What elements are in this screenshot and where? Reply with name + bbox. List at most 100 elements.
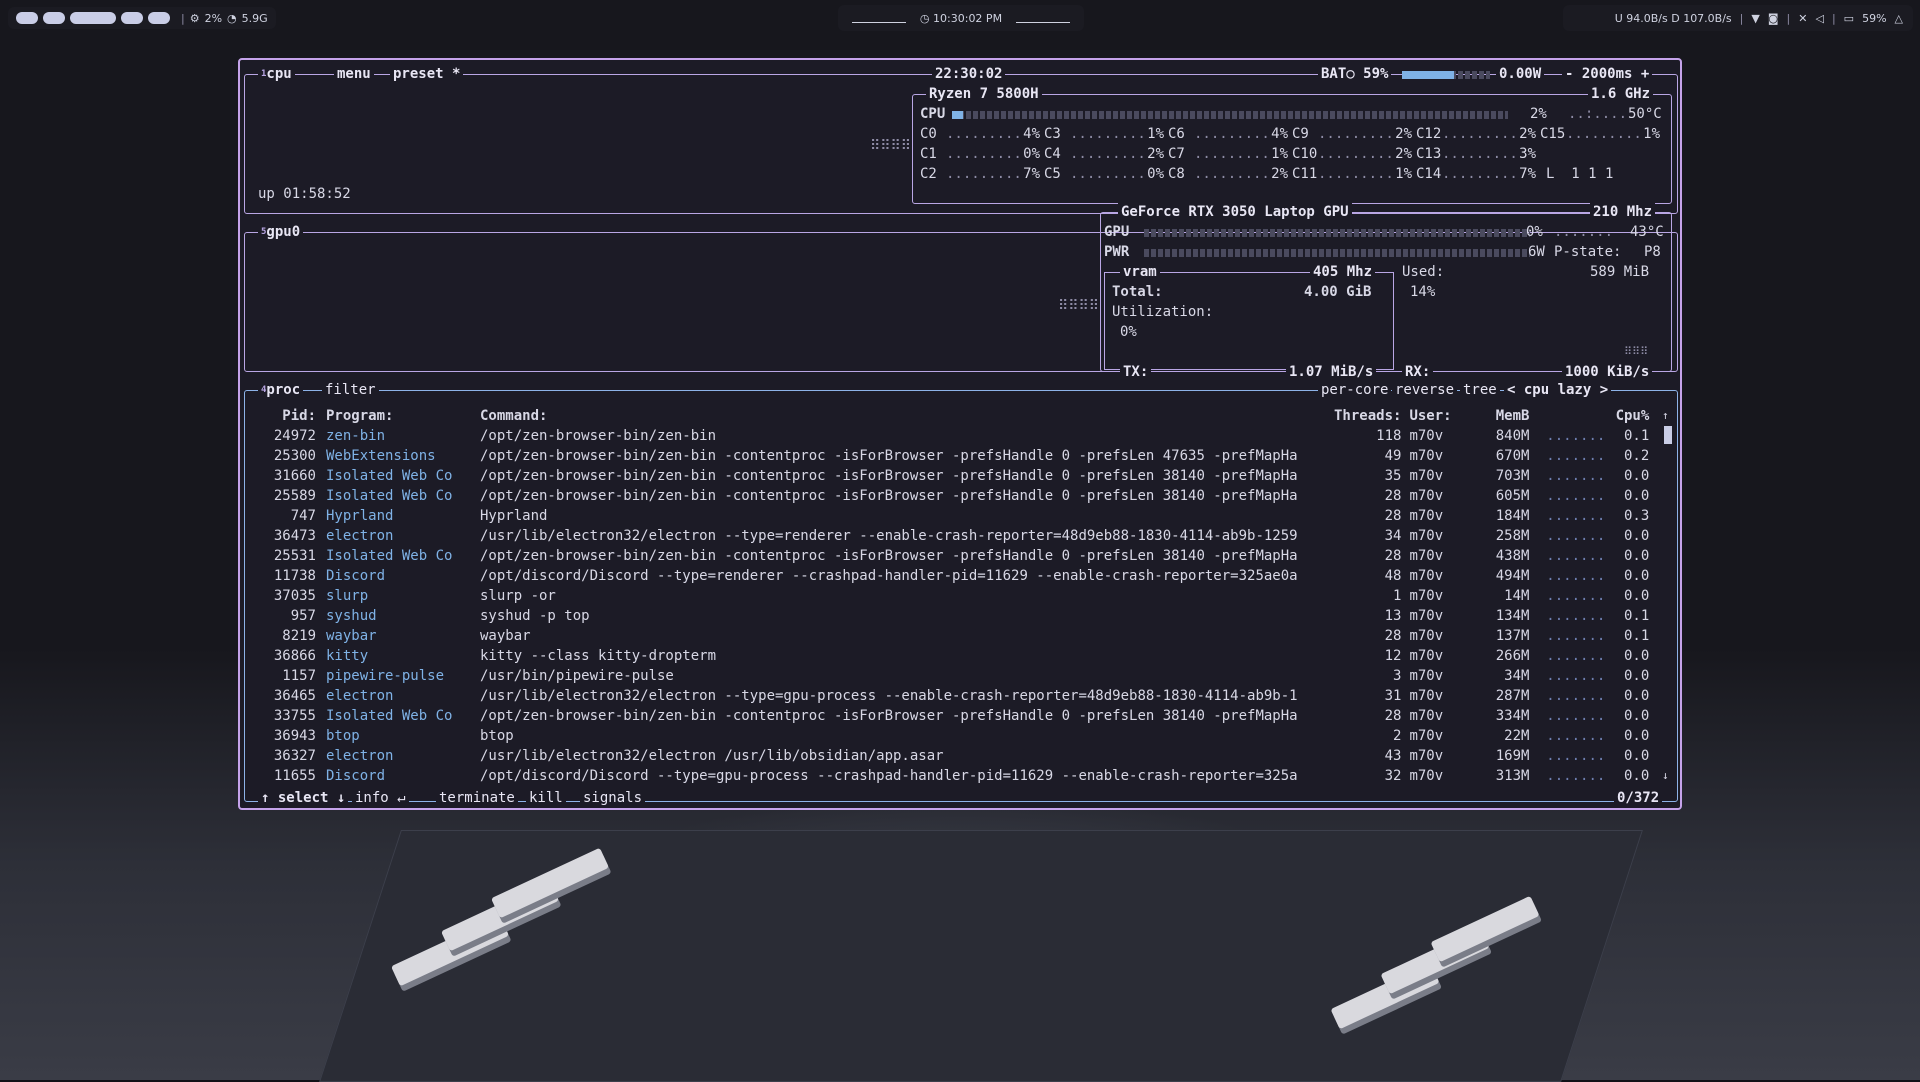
scroll-up-arrow[interactable]: ↑ [1662,406,1669,426]
gpu-box-title[interactable]: 5gpu0 [258,222,304,242]
rx-label: RX: [1402,362,1434,382]
menu-button[interactable]: menu [334,64,374,84]
col-threads[interactable]: Threads: [1334,406,1401,426]
table-row[interactable]: 36866 kitty kitty --class kitty-dropterm 12… [252,646,1649,666]
cell-mem: 840M [1495,428,1530,444]
table-row[interactable]: 1157 pipewire-pulse/usr/bin/pipewire-puls… [252,666,1649,686]
cell-threads: 48 [1384,568,1402,584]
cell-cpu: 0.1 [1624,608,1650,624]
col-cpu[interactable]: Cpu% [1605,406,1650,426]
discord-icon[interactable]: ◙ [1768,12,1779,25]
cell-pid: 11655 [273,768,316,784]
table-row[interactable]: 36473 electron/usr/lib/electron32/electro… [252,526,1649,546]
core-usage: 2% [1519,126,1536,142]
vram-used-pct: 14% [1410,284,1436,300]
spacer [1401,686,1409,706]
cpu-box-title[interactable]: 1cpu [258,64,295,84]
cell-command: kitty --class kitty-dropterm [480,648,717,664]
workspace-button[interactable] [16,12,38,24]
cell-program: Isolated Web Co [326,468,453,484]
cell-program: electron [326,688,394,704]
table-row[interactable]: 11738 Discord/opt/discord/Discord --type=… [252,566,1649,586]
cell-program: Discord [326,768,386,784]
col-command[interactable]: Command: [480,406,1334,426]
kill-button[interactable]: kill [526,788,566,808]
info-button[interactable]: info ↵ [352,788,409,808]
terminate-button[interactable]: terminate [436,788,518,808]
cell-mem: 494M [1495,568,1530,584]
table-row[interactable]: 31660 Isolated Web Co/opt/zen-browser-bin… [252,466,1649,486]
cell-mem: 670M [1495,448,1530,464]
spacer [316,426,326,446]
spacer [1401,546,1409,566]
cell-cpu: 0.1 [1624,428,1650,444]
cell-cpu: 0.0 [1624,668,1650,684]
vram-total-label: Total: [1112,284,1163,300]
signals-button[interactable]: signals [580,788,646,808]
wifi-icon[interactable]: ▼ [1751,12,1759,25]
table-row[interactable]: 25300 WebExtensions/opt/zen-browser-bin/z… [252,446,1649,466]
cell-program: kitty [326,648,369,664]
col-user[interactable]: User: [1409,406,1469,426]
workspace-button-active[interactable] [70,12,116,24]
spacer [1401,666,1409,686]
table-row[interactable]: 957 syshud syshud -p top 13 m70v 134M .......… [252,606,1650,626]
btop-window[interactable]: 1cpu menu preset * 22:30:02 BAT○ 59% 0.0… [238,58,1682,810]
core-graph: ......... [1442,126,1518,142]
cell-mem: 334M [1495,708,1530,724]
cell-user: m70v [1409,608,1444,624]
gpu-power-bar [1144,249,1530,257]
cell-cpu: 0.0 [1624,548,1650,564]
core-usage: 4% [1023,126,1040,142]
select-control[interactable]: ↑ select ↓ [258,788,349,808]
proc-box-title[interactable]: 4proc [258,380,304,400]
tree-toggle[interactable]: tree [1460,380,1500,400]
memory-icon: ◔ [227,11,237,25]
cell-threads: 13 [1384,608,1402,624]
table-row[interactable]: 24972 zen-bin/opt/zen-browser-bin/zen-bin… [252,426,1649,446]
reverse-toggle[interactable]: reverse [1392,380,1458,400]
cell-threads: 34 [1384,528,1402,544]
table-row[interactable]: 37035 slurp slurp -or 1 m70v 14M ....... 0.0 [252,586,1649,606]
cell-program: WebExtensions [326,448,436,464]
cell-program: waybar [326,628,377,644]
scroll-down-arrow[interactable]: ↓ [1662,766,1669,786]
table-row[interactable]: 36943 btop btop 2 m70v 22M ....... 0.0 [252,726,1649,746]
cell-command: Hyprland [480,508,548,524]
cpu-sparkline: ....... [1529,588,1606,604]
workspace-button[interactable] [121,12,143,24]
cpu-sparkline: ....... [1529,748,1606,764]
cell-program: Discord [326,568,386,584]
per-core-toggle[interactable]: per-core [1318,380,1392,400]
scrollbar-thumb[interactable] [1664,426,1672,444]
workspace-button[interactable] [43,12,65,24]
table-row[interactable]: 747 Hyprland Hyprland 28 m70v 184M ....... 0.3 [252,506,1650,526]
mic-muted-icon[interactable]: ✕ [1798,12,1807,25]
cell-mem: 703M [1495,468,1530,484]
update-interval[interactable]: - 2000ms + [1562,64,1653,84]
table-row[interactable]: 33755 Isolated Web Co/opt/zen-browser-bin… [252,706,1649,726]
cell-pid: 36327 [273,748,316,764]
filter-button[interactable]: filter [322,380,379,400]
spacer [316,746,326,766]
table-row[interactable]: 36327 electron/usr/lib/electron32/electro… [252,746,1649,766]
col-program[interactable]: Program: [326,406,480,426]
preset-button[interactable]: preset * [390,64,464,84]
col-pid[interactable]: Pid: [252,406,316,426]
cell-threads: 2 [1393,728,1402,744]
cpu-sparkline: ....... [1529,468,1606,484]
cell-threads: 43 [1384,748,1402,764]
clock-pill[interactable]: ◷ 10:30:02 PM [838,5,1084,31]
table-row[interactable]: 36465 electron/usr/lib/electron32/electro… [252,686,1649,706]
bell-icon[interactable]: △ [1895,12,1903,25]
col-mem[interactable]: MemB [1469,406,1530,426]
table-row[interactable]: 11655 Discord/opt/discord/Discord --type=… [252,766,1649,786]
table-row[interactable]: 8219 waybar waybar 28 m70v 137M ....... 0.1 [252,626,1649,646]
table-row[interactable]: 25589 Isolated Web Co/opt/zen-browser-bin… [252,486,1649,506]
table-row[interactable]: 25531 Isolated Web Co/opt/zen-browser-bin… [252,546,1649,566]
volume-muted-icon[interactable]: ◁ [1815,12,1823,25]
cell-command: /opt/zen-browser-bin/zen-bin -contentpro… [480,448,1298,464]
workspace-button[interactable] [148,12,170,24]
cell-cpu: 0.0 [1624,688,1650,704]
sort-selector[interactable]: < cpu lazy > [1504,380,1612,400]
